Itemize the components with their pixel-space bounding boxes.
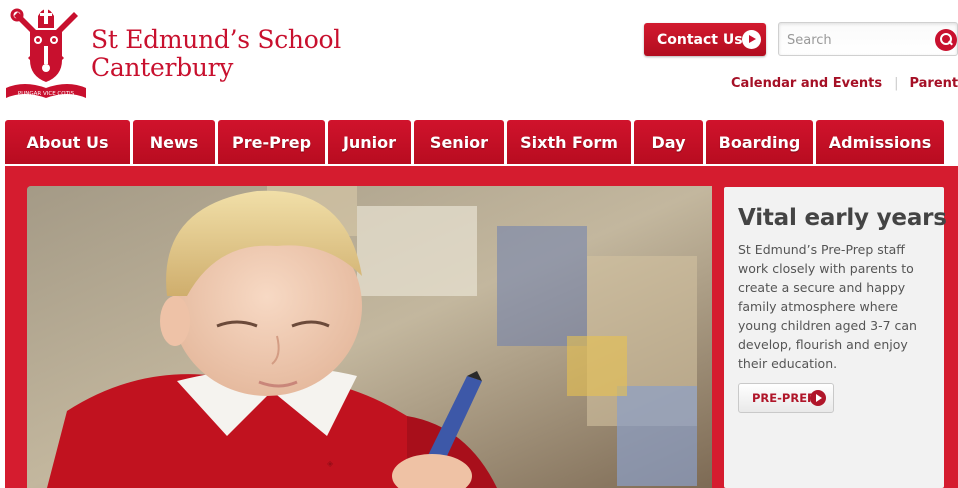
- school-crest-logo[interactable]: PUNGAR VICE COTIS: [4, 2, 88, 104]
- nav-senior[interactable]: Senior: [414, 120, 504, 164]
- pre-prep-button-label: PRE-PREP: [752, 391, 816, 405]
- link-parents-zone[interactable]: Parents’ Zon: [909, 76, 958, 91]
- promo-title: Vital early years: [738, 205, 947, 231]
- nav-boarding[interactable]: Boarding: [706, 120, 813, 164]
- nav-pre-prep[interactable]: Pre-Prep: [218, 120, 325, 164]
- nav-sixth-form[interactable]: Sixth Form: [507, 120, 631, 164]
- nav-about-us[interactable]: About Us: [5, 120, 130, 164]
- top-links: Calendar and Events | Parents’ Zon: [731, 76, 958, 91]
- school-name-line2: Canterbury: [91, 53, 234, 82]
- promo-body: St Edmund’s Pre-Prep staff work closely …: [738, 242, 917, 371]
- promo-panel: Vital early years St Edmund’s Pre-Prep s…: [724, 187, 947, 488]
- search-icon[interactable]: [935, 29, 957, 51]
- contact-us-label: Contact Us: [657, 31, 743, 48]
- nav-news[interactable]: News: [133, 120, 215, 164]
- school-crest-icon: PUNGAR VICE COTIS: [6, 8, 86, 98]
- play-circle-icon: [742, 30, 761, 49]
- nav-junior[interactable]: Junior: [328, 120, 411, 164]
- main-nav: About Us News Pre-Prep Junior Senior Six…: [5, 120, 944, 164]
- svg-text:◈: ◈: [327, 459, 334, 468]
- pre-prep-button[interactable]: PRE-PREP: [738, 383, 834, 413]
- search-box: [778, 22, 958, 56]
- hero-image[interactable]: ◈: [27, 186, 712, 488]
- search-input[interactable]: [787, 29, 927, 51]
- school-name[interactable]: St Edmund’s School Canterbury: [91, 26, 341, 82]
- hero-photo: ◈: [27, 186, 712, 488]
- link-separator: |: [894, 76, 899, 91]
- link-calendar-and-events[interactable]: Calendar and Events: [731, 76, 882, 91]
- play-circle-icon: [810, 390, 826, 406]
- nav-admissions[interactable]: Admissions: [816, 120, 944, 164]
- logo-motto: PUNGAR VICE COTIS: [18, 91, 75, 97]
- contact-us-button[interactable]: Contact Us: [644, 23, 766, 56]
- nav-day[interactable]: Day: [634, 120, 703, 164]
- school-name-line1: St Edmund’s School: [91, 25, 341, 54]
